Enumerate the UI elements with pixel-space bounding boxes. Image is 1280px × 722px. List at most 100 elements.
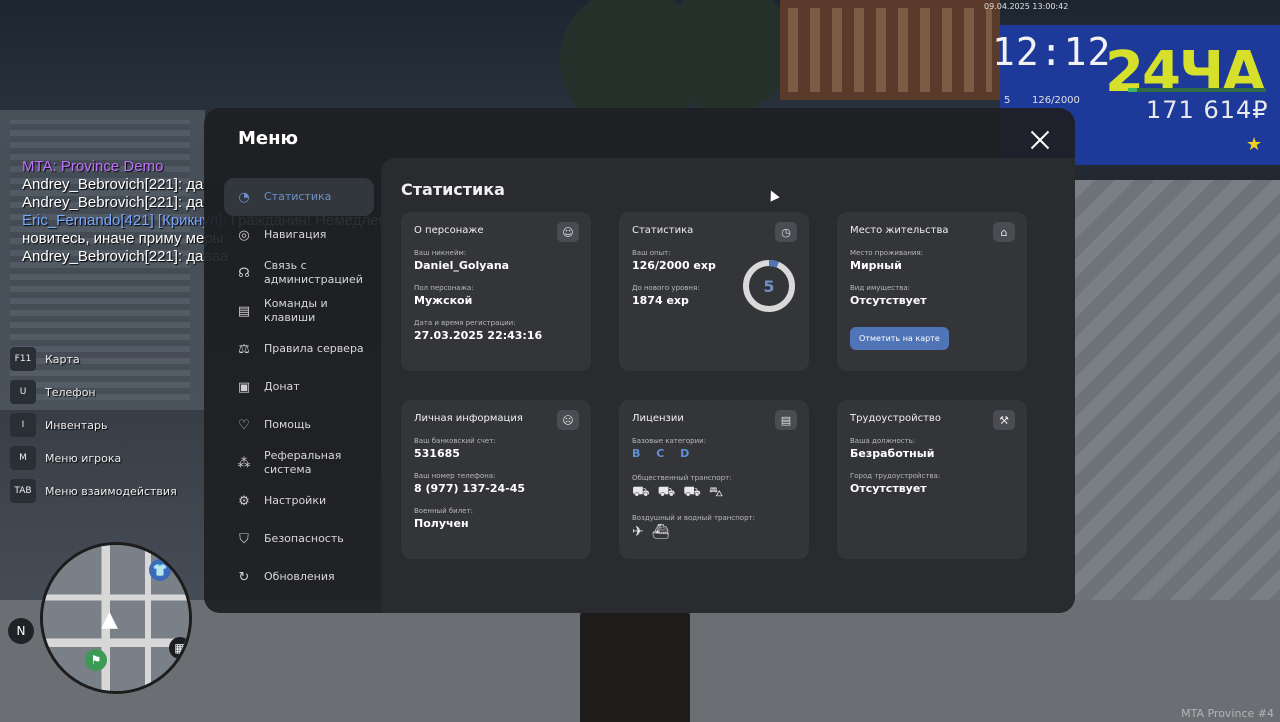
sidebar-item[interactable]: ▣ Донат xyxy=(224,368,374,406)
card-personal-info: Личная информация ☹ Ваш банковский счет:… xyxy=(401,400,591,559)
sidebar-item[interactable]: ▤ Команды и клавиши xyxy=(224,292,374,330)
air-water-transport-label: Воздушный и водный транспорт: xyxy=(632,514,755,522)
clock-icon: ◷ xyxy=(775,222,797,242)
card-employment: Трудоустройство ⚒ Ваша должность: Безраб… xyxy=(837,400,1027,559)
scales-icon: ⚖ xyxy=(238,341,250,357)
wanted-star-icon: ★ xyxy=(1246,134,1263,155)
card-title: Трудоустройство xyxy=(850,413,941,424)
sidebar-item[interactable]: ♡ Помощь xyxy=(224,406,374,444)
card-licenses: Лицензии ▤ Базовые категории: B C D Обще… xyxy=(619,400,809,559)
background-building xyxy=(780,0,1000,100)
background-trees xyxy=(560,0,800,120)
gear-icon: ⚙ xyxy=(238,493,250,509)
hud-exp-bar-fill xyxy=(1128,88,1137,92)
phone-label: Ваш номер телефона: xyxy=(414,472,496,480)
bus-icon: ⛟ xyxy=(657,484,684,500)
network-icon: ⁂ xyxy=(237,455,251,471)
sidebar-item[interactable]: ⚙ Настройки xyxy=(224,482,374,520)
card-title: Личная информация xyxy=(414,413,523,424)
key-label: Карта xyxy=(45,352,80,366)
key-label: Телефон xyxy=(45,385,96,399)
hud-exp: 126/2000 xyxy=(1032,95,1080,106)
exp-label: Ваш опыт: xyxy=(632,249,671,257)
level-number: 5 xyxy=(763,276,775,296)
card-residence: Место жительства ⌂ Место проживания: Мир… xyxy=(837,212,1027,371)
pie-chart-icon: ◔ xyxy=(238,189,250,205)
hud-exp-bar xyxy=(1128,88,1266,92)
property-value: Отсутствует xyxy=(850,294,927,307)
server-footer: MTA Province #4 xyxy=(1181,707,1274,720)
sidebar-item-label: Команды и клавиши xyxy=(264,297,328,324)
compass-icon: ◎ xyxy=(238,227,250,243)
base-categories-value: B C D xyxy=(632,447,696,460)
sidebar-item[interactable]: ⛉ Безопасность xyxy=(224,520,374,558)
tools-icon: ⚒ xyxy=(993,410,1015,430)
heart-icon: ♡ xyxy=(238,417,250,433)
key-cap: M xyxy=(10,446,36,470)
residence-value: Мирный xyxy=(850,259,902,272)
bank-label: Ваш банковский счет: xyxy=(414,437,496,445)
mark-on-map-button[interactable]: Отметить на карте xyxy=(850,327,949,350)
sidebar-item-label: Навигация xyxy=(264,228,327,241)
bus-icon: ⛟ xyxy=(632,484,658,500)
card-title: Место жительства xyxy=(850,225,949,236)
property-label: Вид имущества: xyxy=(850,284,910,292)
close-button[interactable] xyxy=(1030,130,1050,150)
chat-text: : да xyxy=(177,194,204,211)
sidebar-item-label: Статистика xyxy=(264,190,332,203)
job-city-value: Отсутствует xyxy=(850,482,927,495)
key-label: Инвентарь xyxy=(45,418,108,432)
residence-label: Место проживания: xyxy=(850,249,924,257)
sidebar-item[interactable]: ◎ Навигация xyxy=(224,216,374,254)
public-transport-label: Общественный транспорт: xyxy=(632,474,732,482)
sidebar-item[interactable]: ◔ Статистика xyxy=(224,178,374,216)
sidebar-item-label: Правила сервера xyxy=(264,342,364,355)
user-icon: ☺ xyxy=(557,222,579,242)
military-value: Получен xyxy=(414,517,469,530)
boat-icon: ⛴ xyxy=(651,524,678,540)
key-cap: U xyxy=(10,380,36,404)
card-title: Статистика xyxy=(632,225,694,236)
bus-icon: ⛟ xyxy=(683,484,709,500)
key-hint: TAB Меню взаимодействия xyxy=(10,479,177,503)
position-label: Ваша должность: xyxy=(850,437,916,445)
sidebar-item[interactable]: ☊ Связь с администрацией xyxy=(224,254,374,292)
sidebar-item-label: Безопасность xyxy=(264,532,344,545)
sidebar-item-label: Настройки xyxy=(264,494,327,507)
content-title: Статистика xyxy=(401,180,505,199)
hud-date: 09.04.2025 13:00:42 xyxy=(984,2,1069,11)
garage-icon: ▦ xyxy=(169,637,189,659)
player-character xyxy=(580,610,690,722)
sidebar-item[interactable]: ↻ Обновления xyxy=(224,558,374,596)
sidebar-item-label: Связь с администрацией xyxy=(264,259,363,286)
key-cap: I xyxy=(10,413,36,437)
headset-icon: ☊ xyxy=(238,265,250,281)
id-card-icon: ▤ xyxy=(775,410,797,430)
clothes-shop-icon: 👕 xyxy=(149,559,171,581)
sidebar-item[interactable]: ⚖ Правила сервера xyxy=(224,330,374,368)
card-title: Лицензии xyxy=(632,413,684,424)
phone-value: 8 (977) 137-24-45 xyxy=(414,482,526,495)
key-label: Меню взаимодействия xyxy=(45,484,177,498)
sidebar-item[interactable]: ⁂ Реферальная система xyxy=(224,444,374,482)
refresh-icon: ↻ xyxy=(238,569,250,585)
menu-title: Меню xyxy=(238,128,299,149)
nickname-value: Daniel_Golyana xyxy=(414,259,510,272)
chat-sender: Andrey_Bebrovich[221] xyxy=(22,176,178,193)
military-label: Военный билет: xyxy=(414,507,473,515)
card-about-character: О персонаже ☺ Ваш никнейм: Daniel_Golyan… xyxy=(401,212,591,371)
base-categories-label: Базовые категории: xyxy=(632,437,707,445)
key-hint: M Меню игрока xyxy=(10,446,177,470)
face-icon: ☹ xyxy=(557,410,579,430)
card-title: О персонаже xyxy=(414,225,484,236)
registration-label: Дата и время регистрации: xyxy=(414,319,516,327)
hud-money: 171 614₽ xyxy=(1146,96,1269,124)
compass-north-icon: N xyxy=(8,618,34,644)
chat-text: новитесь, иначе приму меры xyxy=(22,230,224,247)
sidebar-item-label: Помощь xyxy=(264,418,311,431)
job-city-label: Город трудоустройства: xyxy=(850,472,941,480)
menu-sidebar: ◔ Статистика ◎ Навигация ☊ Связь с администра… xyxy=(224,178,374,596)
plane-icon: ✈ xyxy=(632,524,652,540)
chat-sender: Eric_Fernando[421] [Крикнул] xyxy=(22,212,223,229)
player-arrow-icon: ▲ xyxy=(101,607,118,632)
